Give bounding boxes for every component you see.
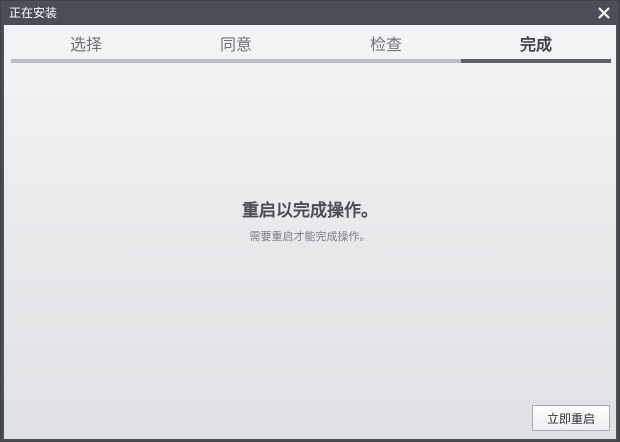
installer-window: 正在安装 选择 同意 检查 完成 重启以完成操作。 需要重启才能完成操作。 立即… bbox=[0, 0, 620, 442]
tab-finish: 完成 bbox=[461, 25, 611, 63]
tab-indicator bbox=[461, 59, 611, 63]
title-bar[interactable]: 正在安装 bbox=[1, 1, 619, 25]
tab-label: 选择 bbox=[69, 35, 102, 54]
close-icon[interactable] bbox=[595, 4, 613, 22]
tab-label: 检查 bbox=[369, 35, 402, 54]
step-tabs: 选择 同意 检查 完成 bbox=[11, 25, 611, 63]
tab-label: 完成 bbox=[519, 35, 552, 54]
window-title: 正在安装 bbox=[9, 6, 58, 20]
tab-indicator bbox=[11, 59, 161, 63]
message-subtext: 需要重启才能完成操作。 bbox=[249, 230, 371, 243]
tab-indicator bbox=[311, 59, 461, 63]
restart-now-button[interactable]: 立即重启 bbox=[532, 405, 610, 431]
status-message: 重启以完成操作。 需要重启才能完成操作。 bbox=[4, 200, 616, 244]
tab-check: 检查 bbox=[311, 25, 461, 63]
tab-agree: 同意 bbox=[161, 25, 311, 63]
tab-label: 同意 bbox=[219, 35, 252, 54]
tab-select: 选择 bbox=[11, 25, 161, 63]
tab-indicator bbox=[161, 59, 311, 63]
message-heading: 重启以完成操作。 bbox=[242, 201, 378, 221]
content-area: 选择 同意 检查 完成 重启以完成操作。 需要重启才能完成操作。 立即重启 bbox=[4, 25, 616, 439]
